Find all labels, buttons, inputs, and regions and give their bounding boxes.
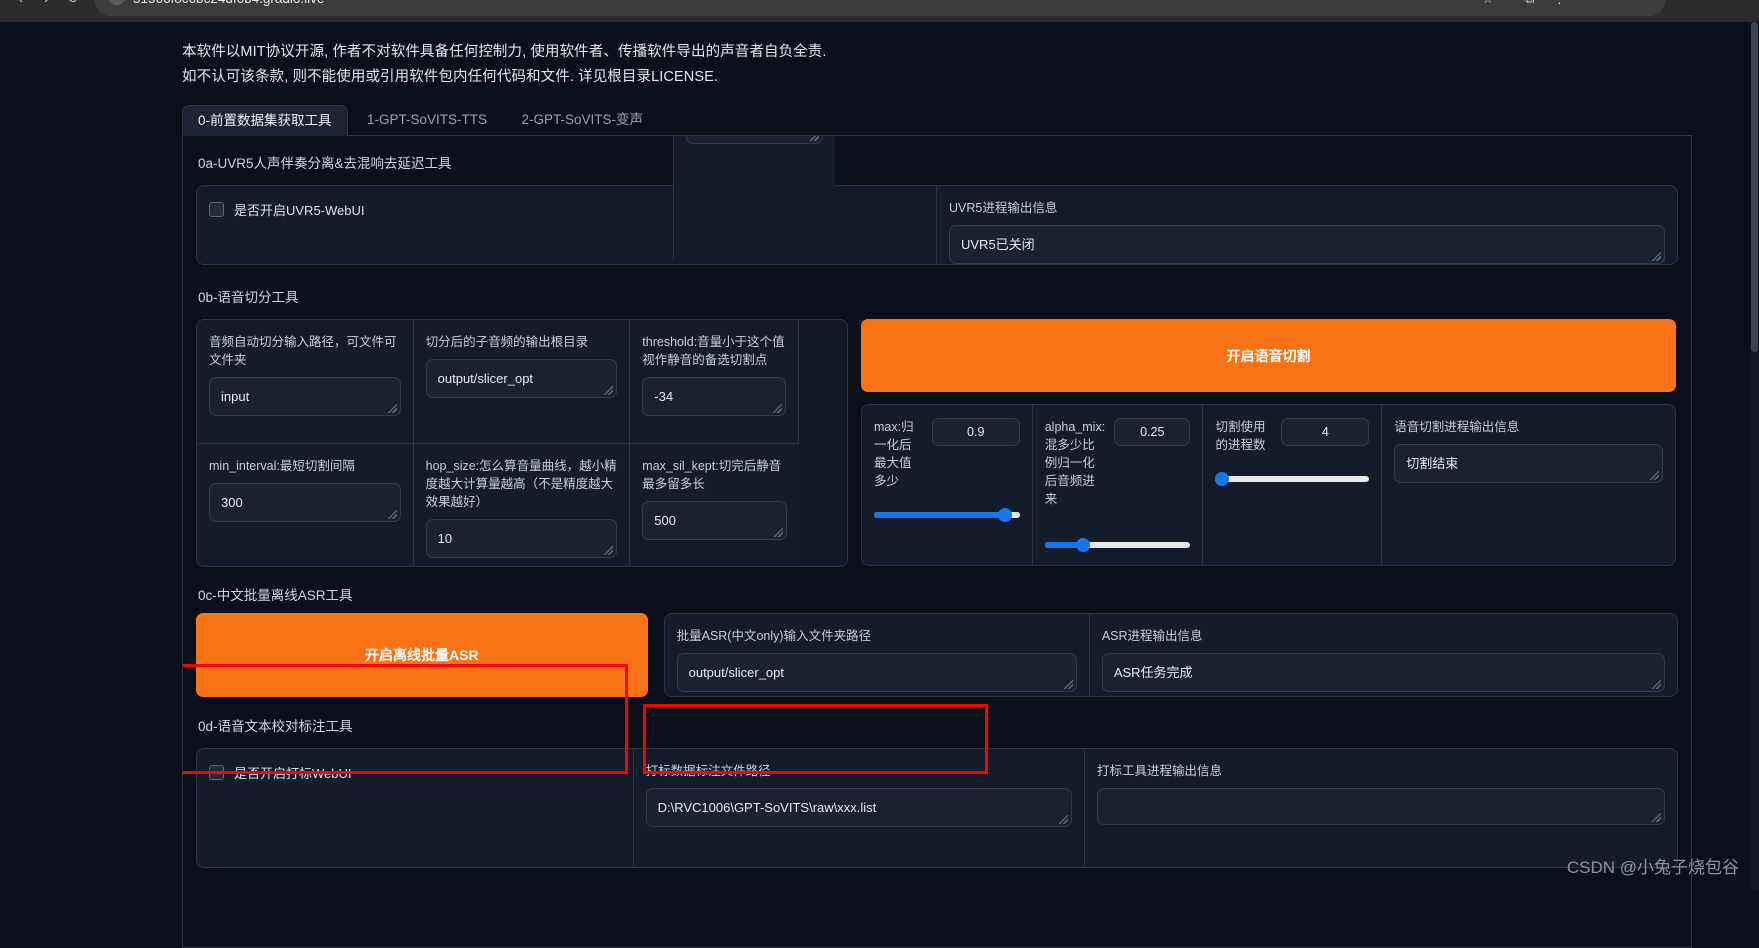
slider-thumb[interactable] [1214, 472, 1229, 486]
slicer-min-interval-label: min_interval:最短切割间隔 [209, 459, 355, 473]
asr-input-dir-label: 批量ASR(中文only)输入文件夹路径 [676, 629, 872, 643]
tab-2-gpt-sovits-vc[interactable]: 2-GPT-SoVITS-变声 [506, 105, 658, 136]
section-title-slicer: 0b-语音切分工具 [198, 290, 299, 305]
slicer-sliders-group: max:归一化后最大值多少 0.9 alpha_mix:混多少比例归一化后音频进… [861, 404, 1676, 566]
slicer-min-interval-field[interactable]: 300 [209, 483, 401, 522]
slicer-alpha-mix-col: alpha_mix:混多少比例归一化后音频进来 0.25 [1032, 405, 1204, 565]
browser-chrome: ‹ › ⟳ ⚿ 51566f8c6bc24df6b4.gradio.live ☆… [0, 0, 1759, 22]
slicer-row: 音频自动切分输入路径，可文件可文件夹 input 切分后的子音频的输出根目录 o… [196, 136, 1678, 567]
url-text: 51566f8c6bc24df6b4.gradio.live [133, 0, 324, 12]
slicer-input-path-col: 音频自动切分输入路径，可文件可文件夹 input [197, 320, 414, 444]
tab-0-dataset-tools[interactable]: 0-前置数据集获取工具 [182, 105, 348, 136]
uvr5-webui-checkbox-row[interactable]: 是否开启UVR5-WebUI [209, 200, 365, 219]
slicer-max-sil-kept-col: max_sil_kept:切完后静音最多留多长 500 [630, 444, 800, 566]
reload-icon[interactable]: ⟳ [68, 0, 81, 10]
slicer-output-dir-field[interactable]: output/slicer_opt [425, 359, 618, 398]
slicer-output-dir-col: 切分后的子音频的输出根目录 output/slicer_opt [413, 320, 631, 444]
slicer-max-sil-kept-field[interactable]: 500 [642, 501, 788, 540]
slicer-min-interval-col: min_interval:最短切割间隔 300 [197, 444, 414, 566]
section-title-asr: 0c-中文批量离线ASR工具 [198, 588, 353, 603]
slicer-hop-size-label: hop_size:怎么算音量曲线，越小精度越大计算量越高（不是精度越大效果越好） [425, 459, 617, 509]
disclaimer-line-2: 如不认可该条款, 则不能使用或引用软件包内任何代码和文件. 详见根目录LICEN… [182, 69, 718, 85]
url-bar[interactable] [95, 0, 1665, 16]
slicer-output-dir-label: 切分后的子音频的输出根目录 [425, 335, 589, 349]
gradio-app: 本软件以MIT协议开源, 作者不对软件具备任何控制力, 使用软件者、传播软件导出… [0, 22, 1759, 948]
asr-input-dir-col: 批量ASR(中文only)输入文件夹路径 output/slicer_opt [664, 614, 1090, 696]
license-disclaimer: 本软件以MIT协议开源, 作者不对软件具备任何控制力, 使用软件者、传播软件导出… [182, 22, 1692, 90]
tab-panel-dataset-tools: 0a-UVR5人声伴奏分离&去混响去延迟工具 是否开启UVR5-WebUI UV… [182, 136, 1692, 948]
slicer-max-label: max:归一化后最大值多少 [874, 420, 914, 488]
slider-track [1215, 476, 1370, 482]
labeling-file-path-label: 打标数据标注文件路径 [645, 764, 771, 778]
slicer-hop-size-field[interactable]: 10 [425, 519, 618, 558]
slicer-input-path-field[interactable]: input [209, 377, 401, 416]
slicer-processes-col: 切割使用的进程数 4 [1203, 405, 1383, 565]
uvr5-webui-checkbox-label: 是否开启UVR5-WebUI [234, 203, 365, 218]
slicer-controls-column: 开启语音切割 max:归一化后最大值多少 0.9 alpha_mix:混多少比例… [861, 319, 1676, 567]
asr-output-label: ASR进程输出信息 [1101, 629, 1203, 643]
slicer-alpha-mix-value[interactable]: 0.25 [1114, 418, 1191, 446]
labeling-file-path-col: 打标数据标注文件路径 D:\RVC1006\GPT-SoVITS\raw\xxx… [633, 749, 1085, 867]
uvr5-output-col: UVR5进程输出信息 UVR5已关闭 [937, 186, 1677, 264]
slicer-progress-col: 语音切割进程输出信息 切割结束 [1382, 405, 1675, 565]
forward-icon[interactable]: › [44, 0, 49, 10]
browser-menu-icon[interactable]: ⋮ [1553, 0, 1566, 10]
slicer-alpha-mix-label: alpha_mix:混多少比例归一化后音频进来 [1044, 420, 1106, 506]
labeling-webui-checkbox[interactable] [209, 765, 224, 780]
asr-group: 批量ASR(中文only)输入文件夹路径 output/slicer_opt A… [663, 613, 1678, 697]
start-batch-asr-button[interactable]: 开启离线批量ASR [196, 613, 648, 697]
slider-thumb[interactable] [998, 508, 1013, 522]
labeling-output-textbox[interactable] [1096, 788, 1665, 825]
labeling-output-label: 打标工具进程输出信息 [1096, 764, 1222, 778]
labeling-toggle-col: 是否开启打标WebUI [197, 749, 634, 867]
slicer-progress-textbox[interactable]: 切割结束 [1394, 444, 1663, 483]
labeling-webui-checkbox-row[interactable]: 是否开启打标WebUI [209, 763, 352, 782]
page-left-gutter [0, 22, 182, 890]
labeling-group: 是否开启打标WebUI 打标数据标注文件路径 D:\RVC1006\GPT-So… [196, 748, 1678, 868]
section-title-labeling: 0d-语音文本校对标注工具 [198, 719, 353, 734]
section-title-uvr5: 0a-UVR5人声伴奏分离&去混响去延迟工具 [198, 156, 452, 171]
labeling-file-path-field[interactable]: D:\RVC1006\GPT-SoVITS\raw\xxx.list [645, 788, 1072, 827]
slider-fill [874, 512, 1006, 518]
tab-1-gpt-sovits-tts[interactable]: 1-GPT-SoVITS-TTS [352, 105, 502, 136]
watermark: CSDN @小兔子烧包谷 [1566, 858, 1739, 877]
back-icon[interactable]: ‹ [18, 0, 23, 10]
slicer-hop-size-col: hop_size:怎么算音量曲线，越小精度越大计算量越高（不是精度越大效果越好）… [413, 444, 631, 566]
page-scrollbar-thumb[interactable] [1751, 22, 1758, 352]
labeling-webui-checkbox-label: 是否开启打标WebUI [234, 766, 352, 781]
bookmark-icon[interactable]: ☆ [1482, 0, 1494, 10]
slicer-progress-label: 语音切割进程输出信息 [1394, 420, 1520, 434]
slicer-processes-value[interactable]: 4 [1281, 418, 1370, 446]
start-slicing-button[interactable]: 开启语音切割 [861, 319, 1676, 392]
uvr5-webui-checkbox[interactable] [209, 202, 224, 217]
uvr5-output-textbox[interactable]: UVR5已关闭 [949, 225, 1665, 264]
tab-bar: 0-前置数据集获取工具 1-GPT-SoVITS-TTS 2-GPT-SoVIT… [182, 105, 1692, 136]
slicer-threshold-label: threshold:音量小于这个值视作静音的备选切割点 [642, 335, 785, 367]
slicer-input-path-label: 音频自动切分输入路径，可文件可文件夹 [209, 335, 397, 367]
uvr5-output-label: UVR5进程输出信息 [949, 201, 1058, 215]
asr-input-dir-field[interactable]: output/slicer_opt [676, 653, 1077, 692]
disclaimer-line-1: 本软件以MIT协议开源, 作者不对软件具备任何控制力, 使用软件者、传播软件导出… [182, 44, 827, 60]
extensions-icon[interactable]: ⧉ [1525, 0, 1534, 10]
slicer-threshold-field[interactable]: -34 [642, 377, 787, 416]
labeling-output-col: 打标工具进程输出信息 [1084, 749, 1677, 867]
asr-output-textbox[interactable]: ASR任务完成 [1101, 653, 1665, 692]
page-scrollbar[interactable] [1750, 22, 1759, 890]
slicer-alpha-mix-slider[interactable] [1044, 538, 1191, 552]
uvr5-group: 是否开启UVR5-WebUI UVR5进程输出信息 UVR5已关闭 [196, 185, 1678, 265]
slicer-processes-slider[interactable] [1214, 472, 1370, 486]
slicer-max-col: max:归一化后最大值多少 0.9 [862, 405, 1033, 565]
slider-thumb[interactable] [1075, 538, 1090, 552]
slicer-params-group: 音频自动切分输入路径，可文件可文件夹 input 切分后的子音频的输出根目录 o… [196, 136, 848, 567]
asr-output-col: ASR进程输出信息 ASR任务完成 [1089, 614, 1677, 696]
slicer-processes-label: 切割使用的进程数 [1215, 420, 1266, 452]
asr-row: 开启离线批量ASR 批量ASR(中文only)输入文件夹路径 output/sl… [196, 613, 1678, 697]
slicer-max-sil-kept-label: max_sil_kept:切完后静音最多留多长 [642, 459, 782, 491]
slicer-max-value[interactable]: 0.9 [931, 418, 1020, 446]
page-content: 本软件以MIT协议开源, 作者不对软件具备任何控制力, 使用软件者、传播软件导出… [182, 22, 1692, 948]
slicer-threshold-col: threshold:音量小于这个值视作静音的备选切割点 -34 [630, 320, 800, 444]
slicer-max-slider[interactable] [874, 508, 1020, 522]
